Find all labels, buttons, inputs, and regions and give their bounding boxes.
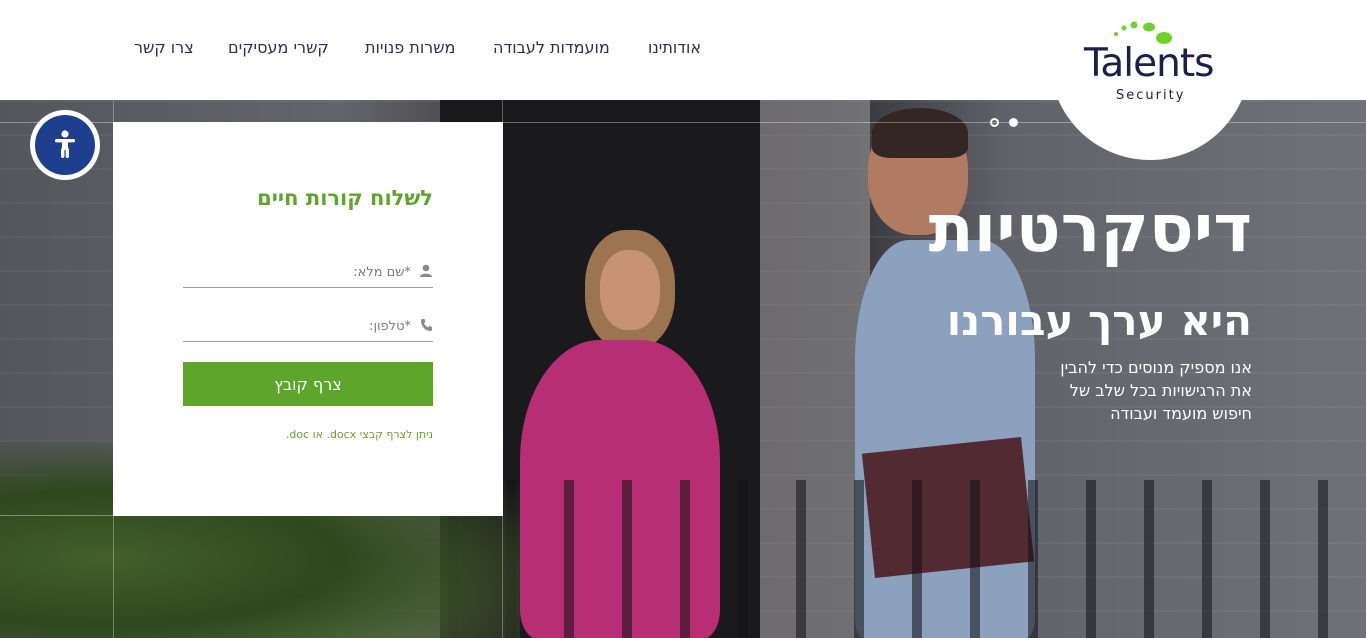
name-field <box>183 258 433 288</box>
nav-item-contact[interactable]: צרו קשר <box>134 38 194 57</box>
nav-item-about[interactable]: אודותינו <box>648 38 701 57</box>
user-icon <box>420 264 432 277</box>
hero-description-line: חיפוש מועמד ועבודה <box>1110 404 1252 423</box>
accessibility-icon <box>55 130 75 158</box>
cv-form: לשלוח קורות חיים צרף קובץ ניתן לצרף קבצי… <box>113 122 503 516</box>
name-input[interactable] <box>183 258 411 286</box>
nav-item-jobs[interactable]: משרות פנויות <box>365 38 455 57</box>
attach-file-button[interactable]: צרף קובץ <box>183 362 433 406</box>
phone-field <box>183 312 433 342</box>
nav-item-employers[interactable]: קשרי מעסיקים <box>228 38 329 57</box>
slider-dot-1[interactable] <box>990 118 999 127</box>
phone-icon <box>421 319 432 331</box>
logo-tagline: Security <box>1116 88 1186 103</box>
hero-subtitle: היא ערך עבורנו <box>946 296 1252 345</box>
phone-input[interactable] <box>183 312 411 340</box>
accessibility-button[interactable] <box>30 110 100 180</box>
hero-description-line: אנו מספיק מנוסים כדי להבין <box>1060 358 1252 377</box>
form-title: לשלוח קורות חיים <box>257 186 433 210</box>
hero-description: אנו מספיק מנוסים כדי להבין את הרגישויות … <box>1060 356 1252 425</box>
logo-name[interactable]: Talents <box>1084 44 1214 83</box>
hero-title: דיסקרטיות <box>928 190 1252 267</box>
hero-description-line: את הרגישויות בכל שלב של <box>1069 381 1252 400</box>
nav-item-candidates[interactable]: מועמדות לעבודה <box>493 38 610 57</box>
file-types-note: ניתן לצרף קבצי docx. או doc. <box>285 428 433 441</box>
slider-dot-2[interactable] <box>1009 118 1018 127</box>
